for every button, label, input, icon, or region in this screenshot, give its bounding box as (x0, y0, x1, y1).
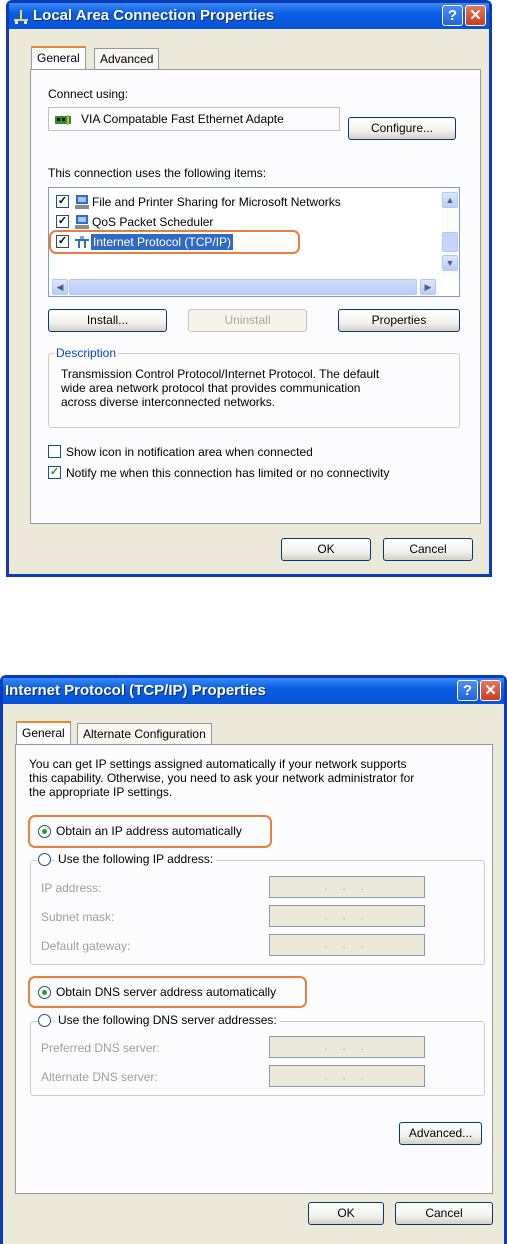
tab-strip: General Alternate Configuration (16, 721, 486, 745)
general-tab-panel: Connect using: VIA Compatable Fast Ether… (30, 69, 481, 524)
scroll-thumb[interactable] (69, 279, 417, 295)
help-button[interactable]: ? (442, 5, 463, 26)
description-line: across diverse interconnected networks. (61, 395, 276, 409)
subnet-mask-label: Subnet mask: (41, 910, 115, 924)
title-bar[interactable]: Local Area Connection Properties ? ✕ (9, 3, 489, 29)
item-label: File and Printer Sharing for Microsoft N… (92, 195, 341, 209)
network-service-icon (74, 194, 90, 210)
list-item[interactable]: ✓ File and Printer Sharing for Microsoft… (56, 193, 426, 211)
help-button[interactable]: ? (457, 680, 478, 701)
tab-alternate-configuration[interactable]: Alternate Configuration (77, 723, 212, 744)
horizontal-scrollbar[interactable]: ◀ ▶ (49, 278, 441, 296)
properties-button[interactable]: Properties (338, 309, 460, 332)
ip-address-label: IP address: (41, 881, 102, 895)
description-label: Description (54, 346, 119, 360)
connect-using-label: Connect using: (48, 87, 129, 101)
scroll-left-icon[interactable]: ◀ (52, 279, 68, 295)
ok-button[interactable]: OK (308, 1202, 384, 1225)
notify-label[interactable]: Notify me when this connection has limit… (66, 466, 390, 480)
item-checkbox[interactable]: ✓ (56, 195, 69, 208)
ok-button[interactable]: OK (281, 538, 371, 561)
intro-line: the appropriate IP settings. (29, 785, 173, 799)
window-title: Local Area Connection Properties (33, 7, 275, 24)
highlight-outline (49, 230, 300, 254)
tcpip-properties-dialog: Internet Protocol (TCP/IP) Properties ? … (0, 675, 507, 1244)
obtain-ip-label[interactable]: Obtain an IP address automatically (56, 824, 242, 838)
ip-address-field: . . . (269, 876, 425, 898)
tab-strip: General Advanced (31, 46, 481, 70)
adapter-name: VIA Compatable Fast Ethernet Adapte (81, 112, 284, 126)
default-gateway-label: Default gateway: (41, 939, 131, 953)
network-service-icon (74, 214, 90, 230)
scroll-down-icon[interactable]: ▼ (442, 255, 458, 271)
preferred-dns-field: . . . (269, 1036, 425, 1058)
scroll-up-icon[interactable]: ▲ (442, 192, 458, 208)
description-line: wide area network protocol that provides… (61, 381, 361, 395)
uninstall-button: Uninstall (188, 309, 307, 332)
items-listbox[interactable]: ✓ File and Printer Sharing for Microsoft… (48, 187, 460, 297)
alternate-dns-field: . . . (269, 1065, 425, 1087)
cancel-button[interactable]: Cancel (383, 538, 473, 561)
obtain-dns-radio[interactable] (38, 986, 51, 999)
tab-general[interactable]: General (16, 721, 71, 744)
general-tab-panel: You can get IP settings assigned automat… (15, 744, 493, 1194)
show-icon-checkbox[interactable] (48, 445, 61, 458)
tab-general[interactable]: General (31, 46, 86, 69)
default-gateway-field: . . . (269, 934, 425, 956)
intro-line: You can get IP settings assigned automat… (29, 757, 407, 771)
item-label: QoS Packet Scheduler (92, 215, 214, 229)
obtain-dns-label[interactable]: Obtain DNS server address automatically (56, 985, 276, 999)
advanced-button[interactable]: Advanced... (399, 1122, 482, 1145)
close-button[interactable]: ✕ (480, 680, 501, 701)
network-connection-icon (13, 8, 29, 24)
window-title: Internet Protocol (TCP/IP) Properties (5, 682, 266, 699)
list-item[interactable]: ✓ QoS Packet Scheduler (56, 213, 426, 231)
use-dns-radio[interactable] (38, 1014, 51, 1027)
alternate-dns-label: Alternate DNS server: (41, 1070, 158, 1084)
configure-button[interactable]: Configure... (348, 117, 456, 140)
item-checkbox[interactable]: ✓ (56, 215, 69, 228)
use-dns-label[interactable]: Use the following DNS server addresses: (55, 1013, 280, 1027)
show-icon-label[interactable]: Show icon in notification area when conn… (66, 445, 313, 459)
preferred-dns-label: Preferred DNS server: (41, 1041, 160, 1055)
subnet-mask-field: . . . (269, 905, 425, 927)
title-bar[interactable]: Internet Protocol (TCP/IP) Properties ? … (3, 678, 504, 704)
items-label: This connection uses the following items… (48, 166, 267, 180)
scroll-right-icon[interactable]: ▶ (420, 279, 436, 295)
scroll-thumb[interactable] (442, 232, 458, 252)
install-button[interactable]: Install... (48, 309, 167, 332)
intro-line: this capability. Otherwise, you need to … (29, 771, 415, 785)
description-line: Transmission Control Protocol/Internet P… (61, 367, 380, 381)
tab-advanced[interactable]: Advanced (94, 48, 160, 69)
cancel-button[interactable]: Cancel (395, 1202, 493, 1225)
network-card-icon (55, 114, 71, 125)
obtain-ip-radio[interactable] (38, 825, 51, 838)
use-ip-radio[interactable] (38, 853, 51, 866)
use-ip-label[interactable]: Use the following IP address: (55, 852, 217, 866)
close-button[interactable]: ✕ (465, 5, 486, 26)
adapter-display: VIA Compatable Fast Ethernet Adapte (48, 107, 340, 131)
lan-properties-dialog: Local Area Connection Properties ? ✕ Gen… (6, 0, 492, 577)
notify-checkbox[interactable]: ✓ (48, 466, 61, 479)
vertical-scrollbar[interactable]: ▲ ▼ (441, 188, 459, 278)
